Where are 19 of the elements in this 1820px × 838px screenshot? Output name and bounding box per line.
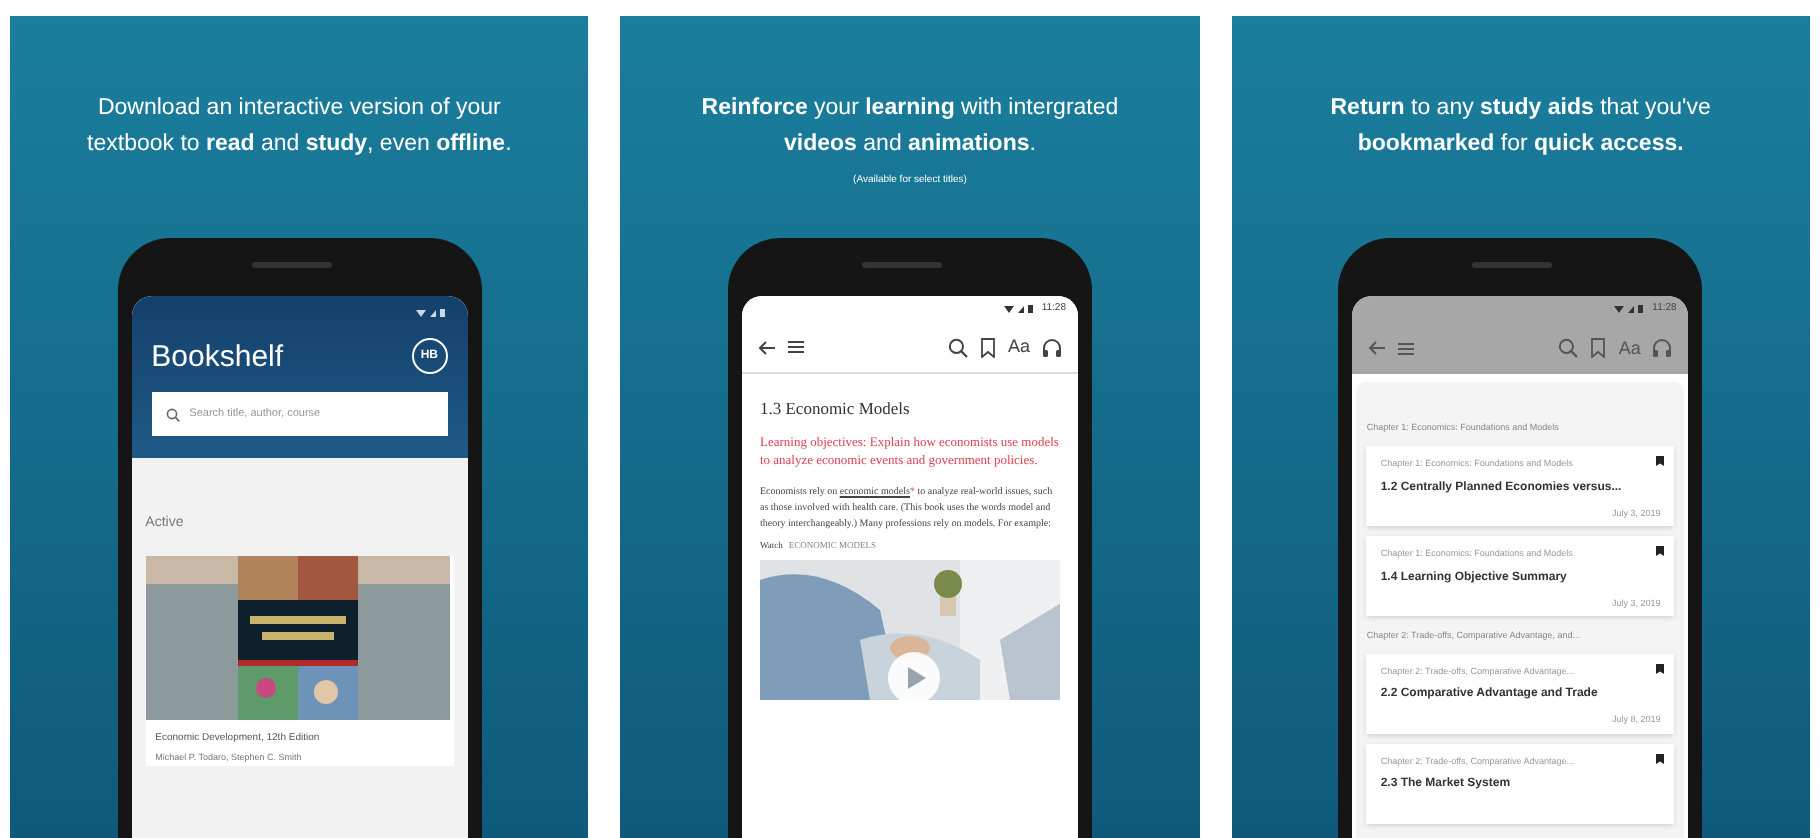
bookmark-icon[interactable] (979, 337, 996, 357)
bookmark-icon[interactable] (1656, 663, 1665, 673)
section-heading: 1.3 Economic Models (759, 396, 912, 422)
caption: Reinforce your learning with intergrated videos and animations. (699, 94, 1121, 160)
search-icon (165, 407, 180, 421)
bookmark-icon[interactable] (1656, 545, 1665, 556)
caption: Download an interactive version of your textbook to read and study, even offline. (85, 94, 514, 160)
app-title: Bookshelf (151, 341, 284, 371)
caption: Return to any study aids that you've bookmarked for quick access. (1328, 94, 1713, 160)
status-icons (415, 308, 448, 318)
search-icon[interactable] (947, 337, 968, 357)
status-icons (1003, 304, 1036, 314)
headphones-icon[interactable] (1041, 337, 1062, 357)
status-icons (1614, 304, 1647, 314)
bookmark-icon[interactable] (1656, 753, 1665, 763)
back-arrow-icon[interactable] (757, 339, 776, 355)
menu-icon[interactable] (787, 340, 804, 354)
bookmark-icon[interactable] (1656, 455, 1665, 466)
font-size-button[interactable]: Aa (1007, 338, 1030, 356)
